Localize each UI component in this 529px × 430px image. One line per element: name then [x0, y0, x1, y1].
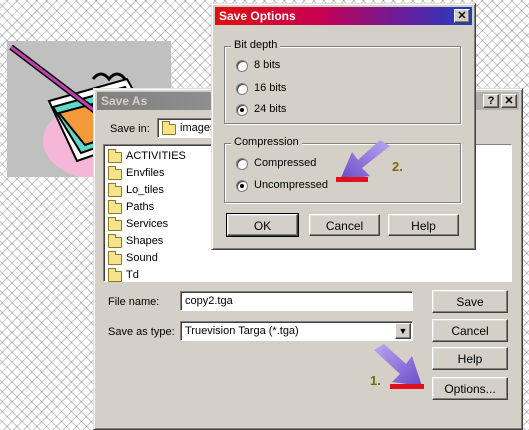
folder-icon — [108, 217, 122, 231]
save-options-title-bar: Save Options ✕ — [215, 7, 472, 25]
cancel-button[interactable]: Cancel — [309, 214, 380, 236]
list-item[interactable]: Sound — [106, 251, 214, 267]
file-name-label: File name: — [108, 296, 160, 308]
help-button[interactable]: Help — [388, 214, 459, 236]
list-item[interactable]: Envfiles — [106, 166, 214, 182]
list-item[interactable]: Services — [106, 217, 214, 233]
annotation-label-1: 1. — [370, 373, 381, 388]
bit-depth-group: Bit depth 8 bits 16 bits 24 bits — [224, 39, 461, 124]
list-item[interactable]: Lo_tiles — [106, 183, 214, 199]
radio-8-bits[interactable] — [236, 60, 248, 72]
radio-uncompressed[interactable] — [236, 180, 248, 192]
help-title-button[interactable]: ? — [483, 94, 499, 108]
save-button[interactable]: Save — [432, 290, 508, 313]
folder-icon — [108, 200, 122, 214]
radio-16-bits[interactable] — [236, 83, 248, 95]
radio-uncompressed-label: Uncompressed — [254, 179, 328, 191]
compression-legend: Compression — [231, 136, 302, 148]
options-button[interactable]: Options... — [432, 377, 508, 400]
radio-8-bits-label: 8 bits — [254, 59, 281, 71]
save-as-type-select[interactable]: Truevision Targa (*.tga) ▼ — [180, 321, 413, 341]
folder-icon — [108, 251, 122, 265]
file-name-value: copy2.tga — [185, 295, 233, 307]
folder-icon — [108, 268, 122, 282]
radio-24-bits[interactable] — [236, 104, 248, 116]
save-as-title: Save As — [101, 94, 148, 108]
save-as-type-label: Save as type: — [108, 326, 175, 338]
file-name-input[interactable]: copy2.tga — [180, 291, 413, 311]
close-title-button[interactable]: ✕ — [454, 9, 470, 23]
ok-button[interactable]: OK — [226, 213, 299, 237]
list-item[interactable]: Td — [106, 268, 214, 284]
list-item[interactable]: ACTIVITIES — [106, 149, 214, 165]
folder-icon — [108, 149, 122, 163]
save-options-dialog: Save Options ✕ Bit depth 8 bits 16 bits … — [211, 3, 476, 250]
save-as-type-value: Truevision Targa (*.tga) — [185, 325, 299, 337]
folder-icon — [162, 121, 176, 135]
save-in-label: Save in: — [110, 123, 150, 135]
list-item[interactable]: Shapes — [106, 234, 214, 250]
close-title-button[interactable]: ✕ — [501, 94, 517, 108]
help-button[interactable]: Help — [432, 347, 508, 370]
radio-16-bits-label: 16 bits — [254, 82, 287, 94]
annotation-label-2: 2. — [392, 159, 403, 174]
folder-icon — [108, 183, 122, 197]
save-options-title: Save Options — [219, 9, 296, 23]
radio-compressed-label: Compressed — [254, 157, 317, 169]
cancel-button[interactable]: Cancel — [432, 319, 508, 342]
folder-icon — [108, 234, 122, 248]
folder-icon — [108, 166, 122, 180]
file-list[interactable]: ACTIVITIES Envfiles Lo_tiles Paths Servi… — [103, 144, 215, 282]
bit-depth-legend: Bit depth — [231, 39, 281, 51]
radio-compressed[interactable] — [236, 158, 248, 170]
list-item[interactable]: Paths — [106, 200, 214, 216]
dropdown-arrow-icon[interactable]: ▼ — [395, 323, 411, 339]
annotation-arrow-2 — [334, 138, 394, 186]
radio-24-bits-label: 24 bits — [254, 103, 287, 115]
